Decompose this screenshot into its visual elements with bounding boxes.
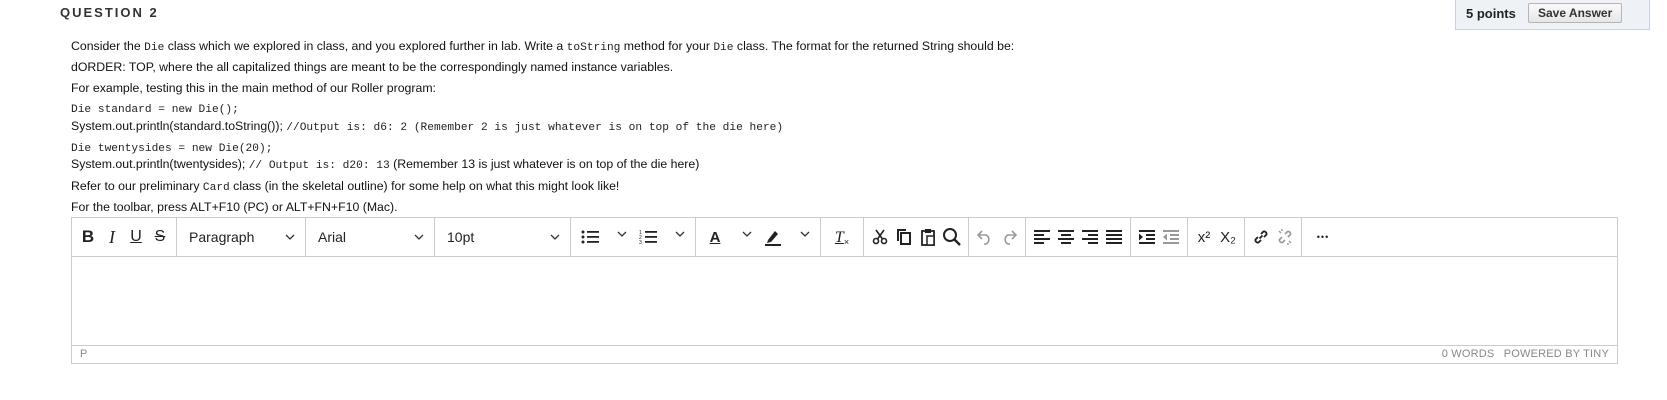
history-group xyxy=(969,218,1026,256)
align-right-button[interactable] xyxy=(1078,221,1102,253)
align-center-icon xyxy=(1058,230,1074,244)
align-left-button[interactable] xyxy=(1030,221,1054,253)
chevron-down-icon xyxy=(550,234,560,240)
clipboard-group xyxy=(864,218,969,256)
align-right-icon xyxy=(1082,230,1098,244)
scissors-icon xyxy=(872,229,888,245)
italic-button[interactable]: I xyxy=(100,221,124,253)
subscript-button[interactable]: X₂ xyxy=(1216,221,1240,253)
font-size-select[interactable]: 10pt xyxy=(435,218,571,256)
font-size-value: 10pt xyxy=(447,229,475,245)
redo-button[interactable] xyxy=(997,221,1021,253)
highlighter-icon xyxy=(765,231,781,246)
text-color-icon: A xyxy=(709,229,721,246)
find-replace-button[interactable] xyxy=(940,221,964,253)
superscript-button[interactable]: x² xyxy=(1192,221,1216,253)
strikethrough-button[interactable]: S xyxy=(148,221,172,253)
outdent-icon xyxy=(1163,230,1179,244)
undo-button[interactable] xyxy=(973,221,997,253)
points-label: 5 points xyxy=(1466,6,1516,21)
align-justify-button[interactable] xyxy=(1102,221,1126,253)
bold-button[interactable]: B xyxy=(76,221,100,253)
underline-button[interactable]: U xyxy=(124,221,148,253)
prompt-line-2: dORDER: TOP, where the all capitalized t… xyxy=(71,60,674,74)
clear-formatting-icon: T× xyxy=(834,229,850,247)
search-icon xyxy=(943,228,961,246)
align-group xyxy=(1026,218,1131,256)
unlink-icon xyxy=(1278,229,1292,245)
link-group xyxy=(1245,218,1302,256)
align-left-icon xyxy=(1034,230,1050,244)
numbered-list-icon: 1 2 3 xyxy=(639,230,657,245)
prompt-line-1: Consider the Die class which we explored… xyxy=(71,39,1015,54)
prompt-line-3: For example, testing this in the main me… xyxy=(71,81,436,95)
cut-button[interactable] xyxy=(868,221,892,253)
rich-text-editor: B I U S Paragraph Arial 10pt 1 2 3 A T× … xyxy=(71,217,1618,364)
question-title: QUESTION 2 xyxy=(60,5,159,20)
block-format-value: Paragraph xyxy=(189,229,255,245)
insert-link-button[interactable] xyxy=(1249,221,1273,253)
indent-button[interactable] xyxy=(1135,221,1159,253)
editor-statusbar: P 0 WORDS POWERED BY TINY xyxy=(72,345,1617,363)
paste-button[interactable] xyxy=(916,221,940,253)
status-right: 0 WORDS POWERED BY TINY xyxy=(1436,348,1609,360)
remove-link-button[interactable] xyxy=(1273,221,1297,253)
clipboard-icon xyxy=(921,229,935,246)
chevron-down-icon xyxy=(285,234,295,240)
save-answer-button[interactable]: Save Answer xyxy=(1528,3,1623,23)
word-count[interactable]: 0 WORDS xyxy=(1442,348,1495,360)
more-options-button[interactable]: ••• xyxy=(1306,221,1340,253)
list-group: 1 2 3 xyxy=(571,218,696,256)
chevron-down-icon xyxy=(617,231,627,237)
text-color-button[interactable]: A xyxy=(700,221,758,253)
indent-group xyxy=(1131,218,1188,256)
block-format-select[interactable]: Paragraph xyxy=(177,218,306,256)
indent-icon xyxy=(1139,230,1155,244)
redo-icon xyxy=(1004,230,1018,245)
outdent-button[interactable] xyxy=(1159,221,1183,253)
script-group: x² X₂ xyxy=(1188,218,1245,256)
color-group: A xyxy=(696,218,821,256)
chevron-down-icon xyxy=(675,231,685,237)
chevron-down-icon xyxy=(414,234,424,240)
bullet-list-button[interactable] xyxy=(575,221,633,253)
code-line-1: Die standard = new Die(); xyxy=(71,104,239,116)
format-group: B I U S xyxy=(72,218,177,256)
copy-button[interactable] xyxy=(892,221,916,253)
points-panel: 5 points Save Answer xyxy=(1455,0,1650,30)
prompt-line-8: Refer to our preliminary Card class (in … xyxy=(71,179,620,194)
editor-toolbar: B I U S Paragraph Arial 10pt 1 2 3 A T× … xyxy=(72,218,1617,257)
svg-text:3: 3 xyxy=(639,240,642,245)
font-family-value: Arial xyxy=(318,229,347,245)
link-icon xyxy=(1254,230,1268,244)
clear-formatting-button[interactable]: T× xyxy=(825,221,859,253)
clear-group: T× xyxy=(821,218,864,256)
toolbar-help-text: For the toolbar, press ALT+F10 (PC) or A… xyxy=(71,200,398,214)
highlight-color-button[interactable] xyxy=(758,221,816,253)
prompt-line-7: System.out.println(twentysides); // Outp… xyxy=(71,157,700,172)
numbered-list-button[interactable]: 1 2 3 xyxy=(633,221,691,253)
font-family-select[interactable]: Arial xyxy=(306,218,435,256)
more-group: ••• xyxy=(1302,218,1344,256)
powered-by-link[interactable]: POWERED BY TINY xyxy=(1504,348,1609,360)
chevron-down-icon xyxy=(800,231,810,237)
chevron-down-icon xyxy=(742,231,752,237)
align-center-button[interactable] xyxy=(1054,221,1078,253)
element-path[interactable]: P xyxy=(80,348,87,360)
align-justify-icon xyxy=(1106,230,1122,244)
prompt-line-5: System.out.println(standard.toString());… xyxy=(71,119,784,134)
copy-icon xyxy=(897,229,911,245)
bullet-list-icon xyxy=(581,230,599,244)
code-line-2: Die twentysides = new Die(20); xyxy=(71,143,273,155)
undo-icon xyxy=(976,230,990,245)
editor-content-area[interactable] xyxy=(72,257,1617,347)
